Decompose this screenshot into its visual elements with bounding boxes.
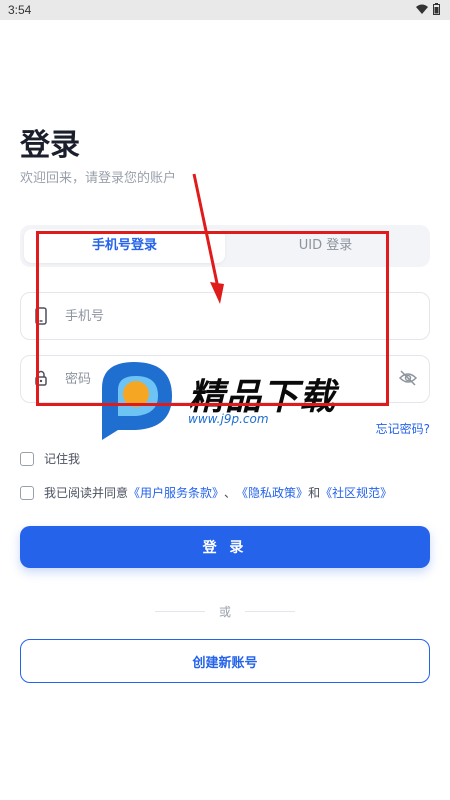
divider-line-right (245, 611, 295, 612)
community-link[interactable]: 《社区规范》 (320, 484, 392, 501)
agreement-row: 我已阅读并同意 《用户服务条款》 、 《隐私政策》 和 《社区规范》 (20, 484, 392, 501)
remember-me-row: 记住我 (20, 450, 80, 467)
agreement-and: 和 (308, 486, 321, 500)
page-subtitle: 欢迎回来，请登录您的账户 (20, 171, 177, 186)
wifi-icon (416, 4, 428, 14)
create-account-button[interactable]: 创建新账号 (20, 639, 430, 683)
page-title: 登录 (20, 128, 80, 163)
agreement-checkbox[interactable] (20, 485, 34, 500)
agreement-sep: 、 (224, 486, 237, 500)
remember-me-label: 记住我 (44, 452, 81, 466)
forgot-password-link[interactable]: 忘记密码? (376, 420, 430, 437)
eye-off-icon[interactable] (398, 370, 418, 390)
agreement-prefix: 我已阅读并同意 (44, 486, 129, 500)
privacy-link[interactable]: 《隐私政策》 (236, 484, 308, 501)
or-divider: 或 (155, 603, 295, 619)
remember-me-checkbox[interactable] (20, 451, 34, 466)
annotation-arrow-icon (192, 173, 224, 304)
status-bar: 3:54 (0, 0, 450, 20)
battery-icon (433, 3, 440, 15)
login-button[interactable]: 登 录 (20, 526, 430, 568)
terms-link[interactable]: 《用户服务条款》 (128, 484, 224, 501)
status-icons (416, 3, 440, 15)
watermark-url: www.j9p.com (188, 412, 269, 426)
status-time: 3:54 (8, 3, 32, 17)
